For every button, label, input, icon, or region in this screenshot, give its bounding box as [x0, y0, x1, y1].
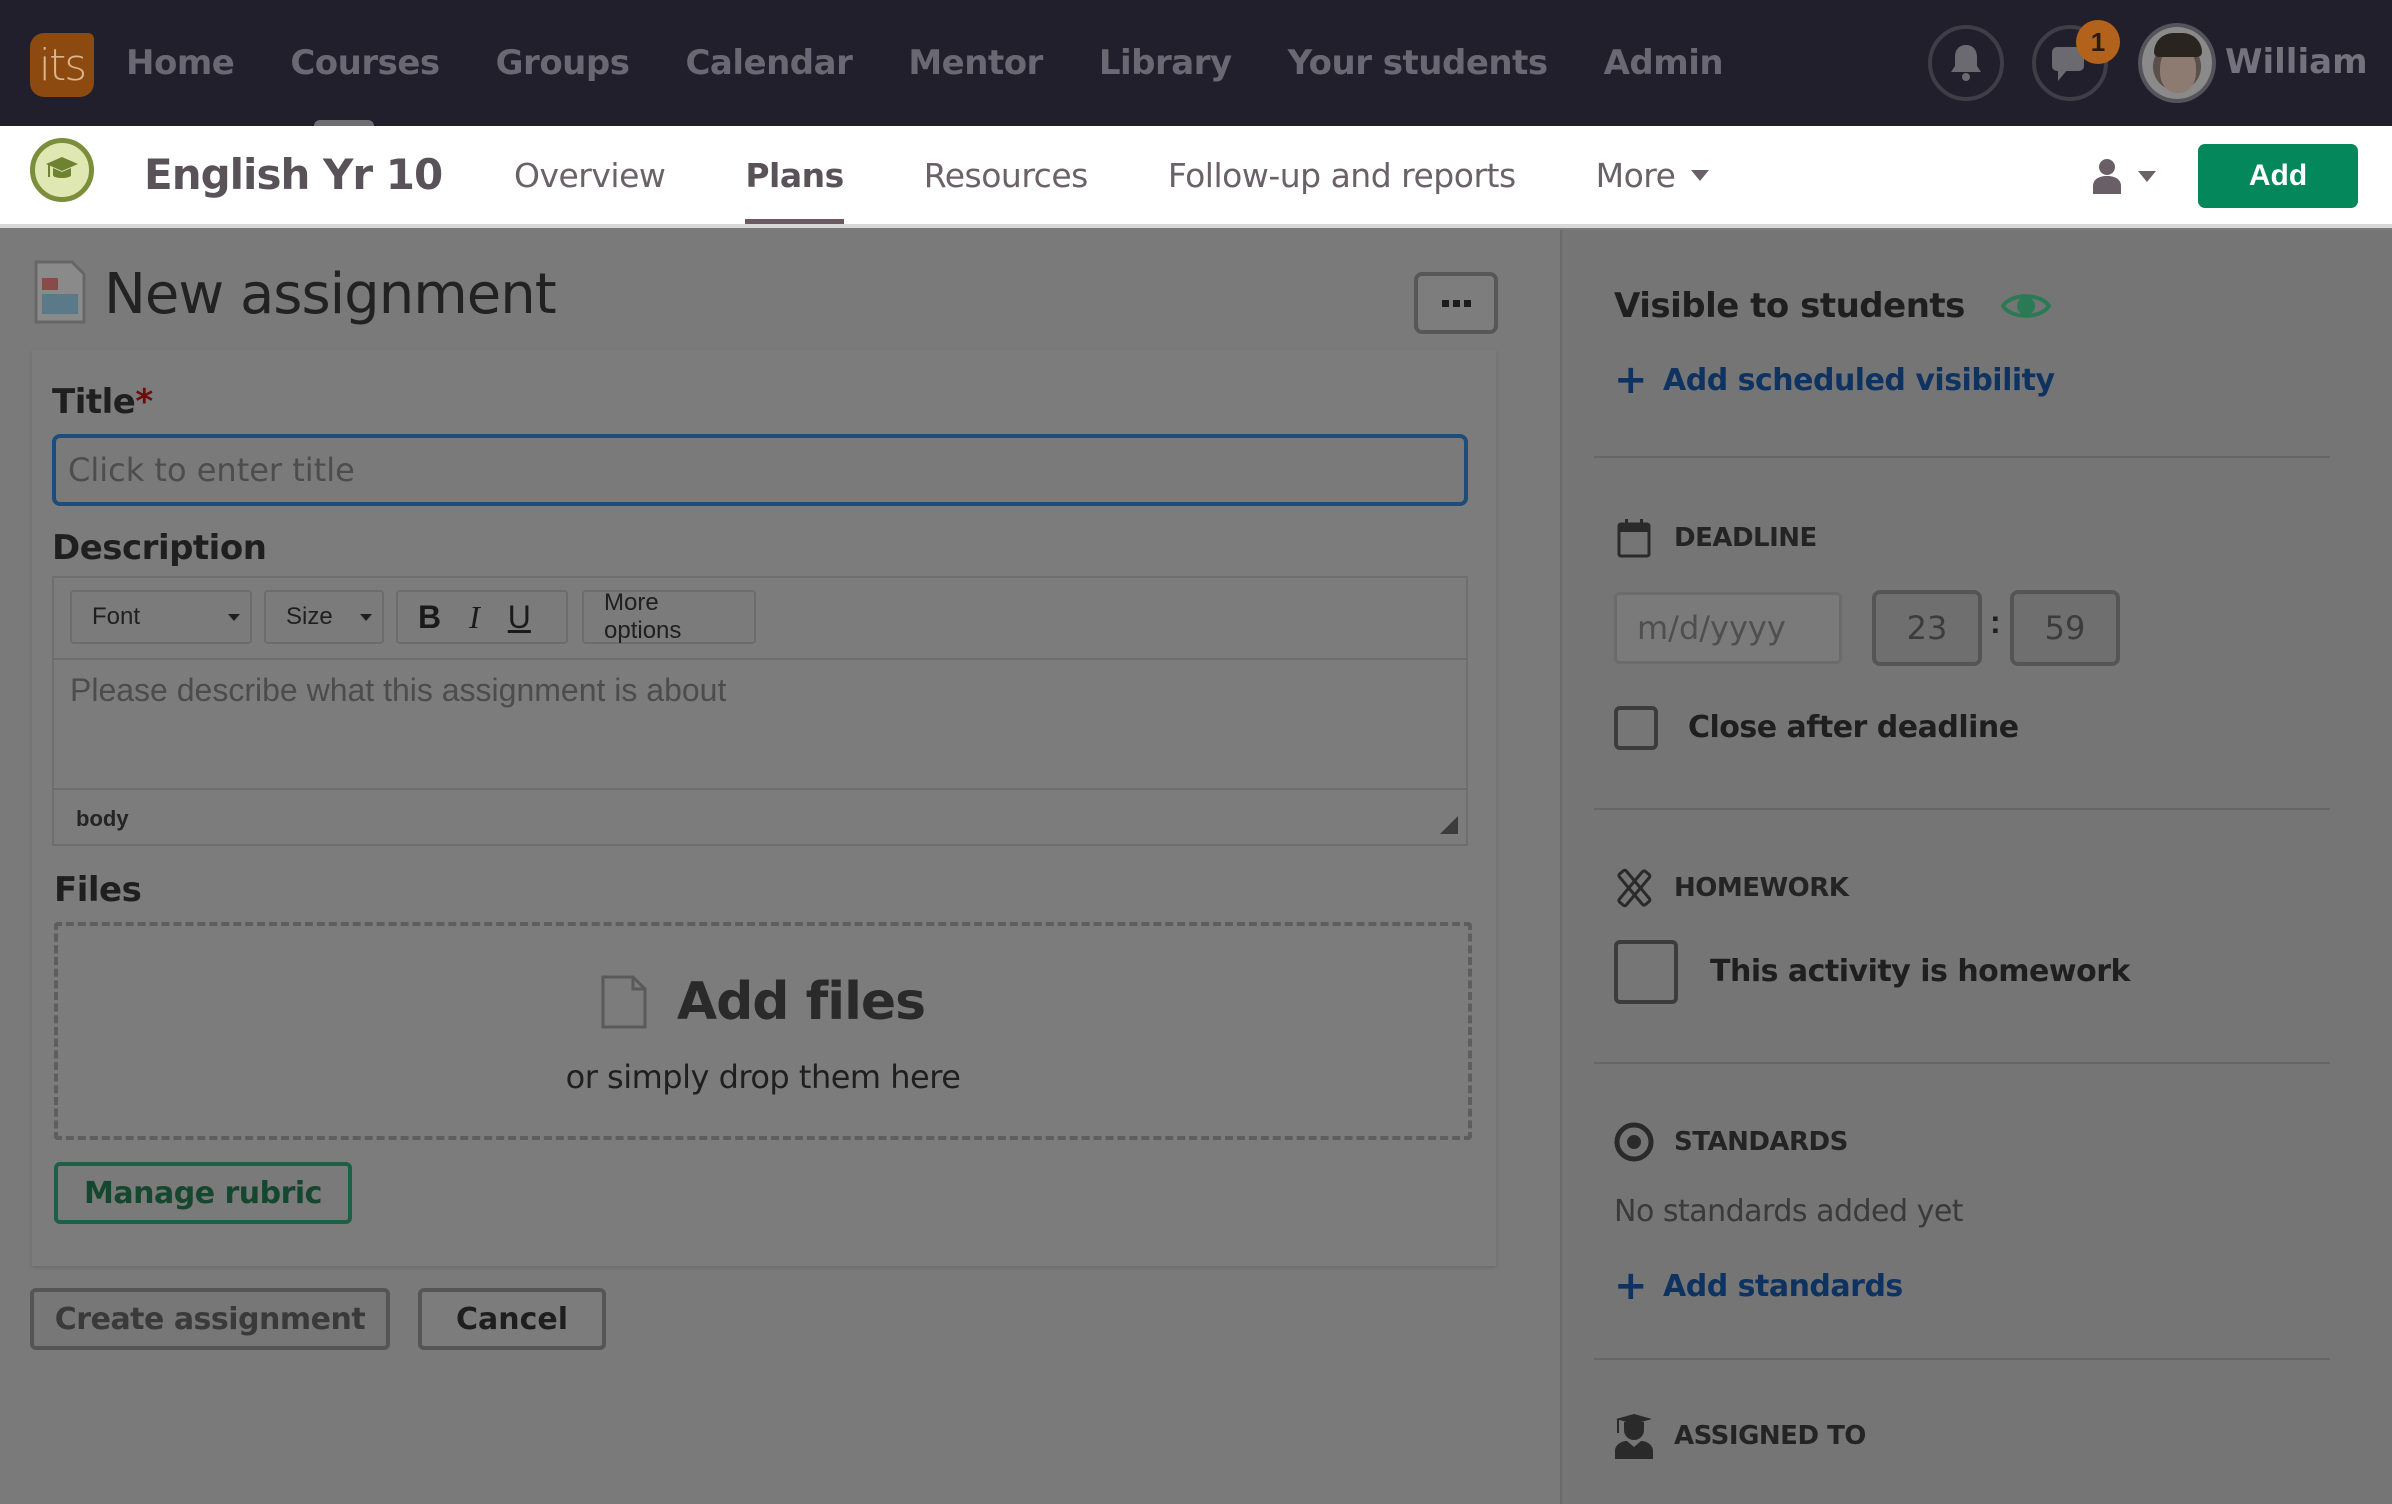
create-assignment-button[interactable]: Create assignment: [30, 1288, 390, 1350]
settings-sidebar: Visible to students + Add scheduled visi…: [1560, 230, 2392, 1504]
bold-button[interactable]: B: [418, 599, 441, 636]
divider: [1594, 1062, 2330, 1064]
homework-checkbox[interactable]: [1614, 940, 1678, 1004]
manage-rubric-button[interactable]: Manage rubric: [54, 1162, 352, 1224]
homework-heading: HOMEWORK: [1614, 868, 1849, 908]
notifications-button[interactable]: [1928, 25, 2004, 101]
close-after-deadline-label[interactable]: Close after deadline: [1688, 710, 2019, 745]
nav-your-students[interactable]: Your students: [1288, 43, 1548, 83]
resize-handle[interactable]: [1440, 816, 1458, 834]
app-logo[interactable]: its: [30, 33, 94, 97]
description-body[interactable]: Please describe what this assignment is …: [54, 662, 1466, 786]
more-options-button[interactable]: More options: [582, 589, 756, 644]
font-select[interactable]: Font: [70, 590, 252, 644]
tab-overview[interactable]: Overview: [514, 126, 666, 224]
visible-label: Visible to students: [1614, 286, 1965, 326]
calendar-icon: [1617, 519, 1651, 558]
view-as-dropdown[interactable]: [2092, 158, 2156, 194]
visibility-section: Visible to students: [1614, 286, 2051, 326]
assignment-document-icon: [34, 260, 86, 324]
tab-resources[interactable]: Resources: [924, 126, 1089, 224]
divider: [1594, 456, 2330, 458]
font-select-label: Font: [92, 603, 141, 630]
divider: [1594, 808, 2330, 810]
add-scheduled-visibility-link[interactable]: + Add scheduled visibility: [1614, 360, 2055, 400]
assignment-card: Title* Description Font Size B I U More …: [32, 350, 1496, 1266]
add-files-link[interactable]: Add files: [677, 972, 926, 1032]
deadline-heading: DEADLINE: [1614, 518, 1817, 558]
user-icon: [2093, 159, 2121, 194]
close-after-deadline-checkbox[interactable]: [1614, 706, 1658, 750]
main-nav: Home Courses Groups Calendar Mentor Libr…: [126, 0, 1779, 126]
top-navbar: its Home Courses Groups Calendar Mentor …: [0, 0, 2392, 128]
files-label: Files: [54, 870, 142, 910]
divider: [1594, 1358, 2330, 1360]
tab-more[interactable]: More: [1596, 126, 1710, 224]
dropzone-hint: or simply drop them here: [565, 1058, 961, 1096]
messages-badge: 1: [2076, 20, 2120, 64]
title-label: Title*: [52, 382, 153, 422]
nav-mentor[interactable]: Mentor: [908, 43, 1043, 83]
editor-element-path: body: [54, 788, 1466, 844]
deadline-hour-input[interactable]: [1872, 590, 1982, 666]
chevron-down-icon: [360, 614, 372, 621]
page-title: New assignment: [104, 262, 557, 327]
add-scheduled-visibility-label: Add scheduled visibility: [1663, 362, 2055, 398]
underline-button[interactable]: U: [508, 599, 531, 636]
course-tabs: Overview Plans Resources Follow-up and r…: [514, 126, 1789, 224]
size-select[interactable]: Size: [264, 590, 384, 644]
required-marker: *: [135, 382, 153, 422]
chevron-down-icon: [2138, 170, 2156, 182]
tab-plans[interactable]: Plans: [745, 126, 844, 224]
cancel-button[interactable]: Cancel: [418, 1288, 606, 1350]
title-input[interactable]: [52, 434, 1468, 506]
assigned-to-heading: ASSIGNED TO: [1614, 1414, 1866, 1459]
username[interactable]: William: [2225, 42, 2368, 82]
nav-courses[interactable]: Courses: [290, 43, 440, 83]
assignment-form-area: New assignment Title* Description Font S…: [0, 230, 1560, 1504]
avatar[interactable]: [2138, 23, 2216, 103]
size-select-label: Size: [286, 603, 333, 630]
description-label: Description: [52, 528, 267, 568]
tab-follow-up-reports[interactable]: Follow-up and reports: [1168, 126, 1516, 224]
time-separator: :: [1990, 604, 2001, 640]
add-standards-link[interactable]: + Add standards: [1614, 1266, 1903, 1306]
nav-groups[interactable]: Groups: [496, 43, 630, 83]
format-group: B I U: [396, 590, 568, 644]
tab-more-label: More: [1595, 155, 1676, 195]
chevron-down-icon: [1691, 169, 1710, 181]
nav-home[interactable]: Home: [126, 43, 235, 83]
add-standards-label: Add standards: [1663, 1268, 1903, 1304]
more-actions-button[interactable]: [1414, 272, 1498, 334]
eye-icon[interactable]: [2000, 289, 2051, 323]
homework-checkbox-label[interactable]: This activity is homework: [1710, 954, 2130, 989]
target-icon: [1614, 1122, 1654, 1162]
nav-calendar[interactable]: Calendar: [685, 43, 852, 83]
course-icon: [30, 138, 94, 202]
plus-icon: +: [1614, 357, 1648, 403]
plus-icon: +: [1614, 1263, 1648, 1309]
pencil-ruler-icon: [1617, 868, 1652, 908]
chevron-down-icon: [228, 614, 240, 621]
add-button[interactable]: Add: [2198, 144, 2358, 208]
file-dropzone[interactable]: Add files or simply drop them here: [54, 922, 1472, 1140]
deadline-minute-input[interactable]: [2010, 590, 2120, 666]
nav-admin[interactable]: Admin: [1604, 43, 1724, 83]
editor-toolbar: Font Size B I U More options: [54, 578, 1466, 660]
deadline-date-input[interactable]: [1614, 592, 1842, 664]
no-standards-text: No standards added yet: [1614, 1194, 1964, 1229]
standards-heading: STANDARDS: [1614, 1122, 1848, 1162]
course-title: English Yr 10: [144, 150, 443, 199]
logo-text: its: [38, 39, 87, 91]
italic-button[interactable]: I: [469, 599, 480, 636]
course-header: English Yr 10 Overview Plans Resources F…: [0, 126, 2392, 228]
student-icon: [1615, 1414, 1653, 1459]
description-editor: Font Size B I U More options Please desc…: [52, 576, 1468, 846]
bell-icon: [1951, 45, 1981, 81]
nav-library[interactable]: Library: [1099, 43, 1232, 83]
graduation-cap-icon: [46, 157, 78, 178]
file-icon: [601, 975, 647, 1029]
